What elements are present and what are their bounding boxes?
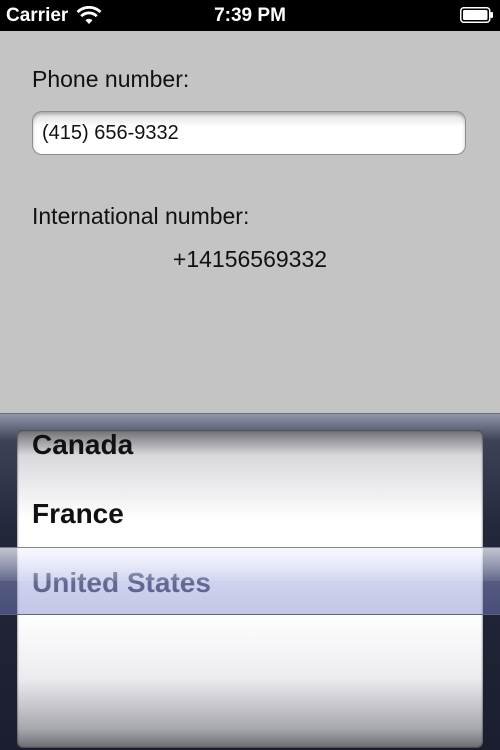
- picker-option-canada[interactable]: Canada: [32, 430, 133, 479]
- phone-number-input[interactable]: [32, 111, 466, 155]
- country-picker[interactable]: Canada France United States: [0, 413, 500, 750]
- picker-wheel[interactable]: Canada France United States: [17, 430, 483, 748]
- content-area: Phone number: International number: +141…: [0, 31, 500, 413]
- picker-option-united-states[interactable]: United States: [32, 548, 211, 617]
- international-number-value: +14156569332: [172, 246, 328, 272]
- international-number-label: International number:: [32, 203, 250, 229]
- picker-option-france[interactable]: France: [32, 479, 124, 548]
- phone-number-label: Phone number:: [32, 66, 190, 92]
- status-bar: Carrier 7:39 PM: [0, 0, 500, 31]
- battery-icon: [460, 7, 493, 23]
- status-time: 7:39 PM: [214, 4, 286, 26]
